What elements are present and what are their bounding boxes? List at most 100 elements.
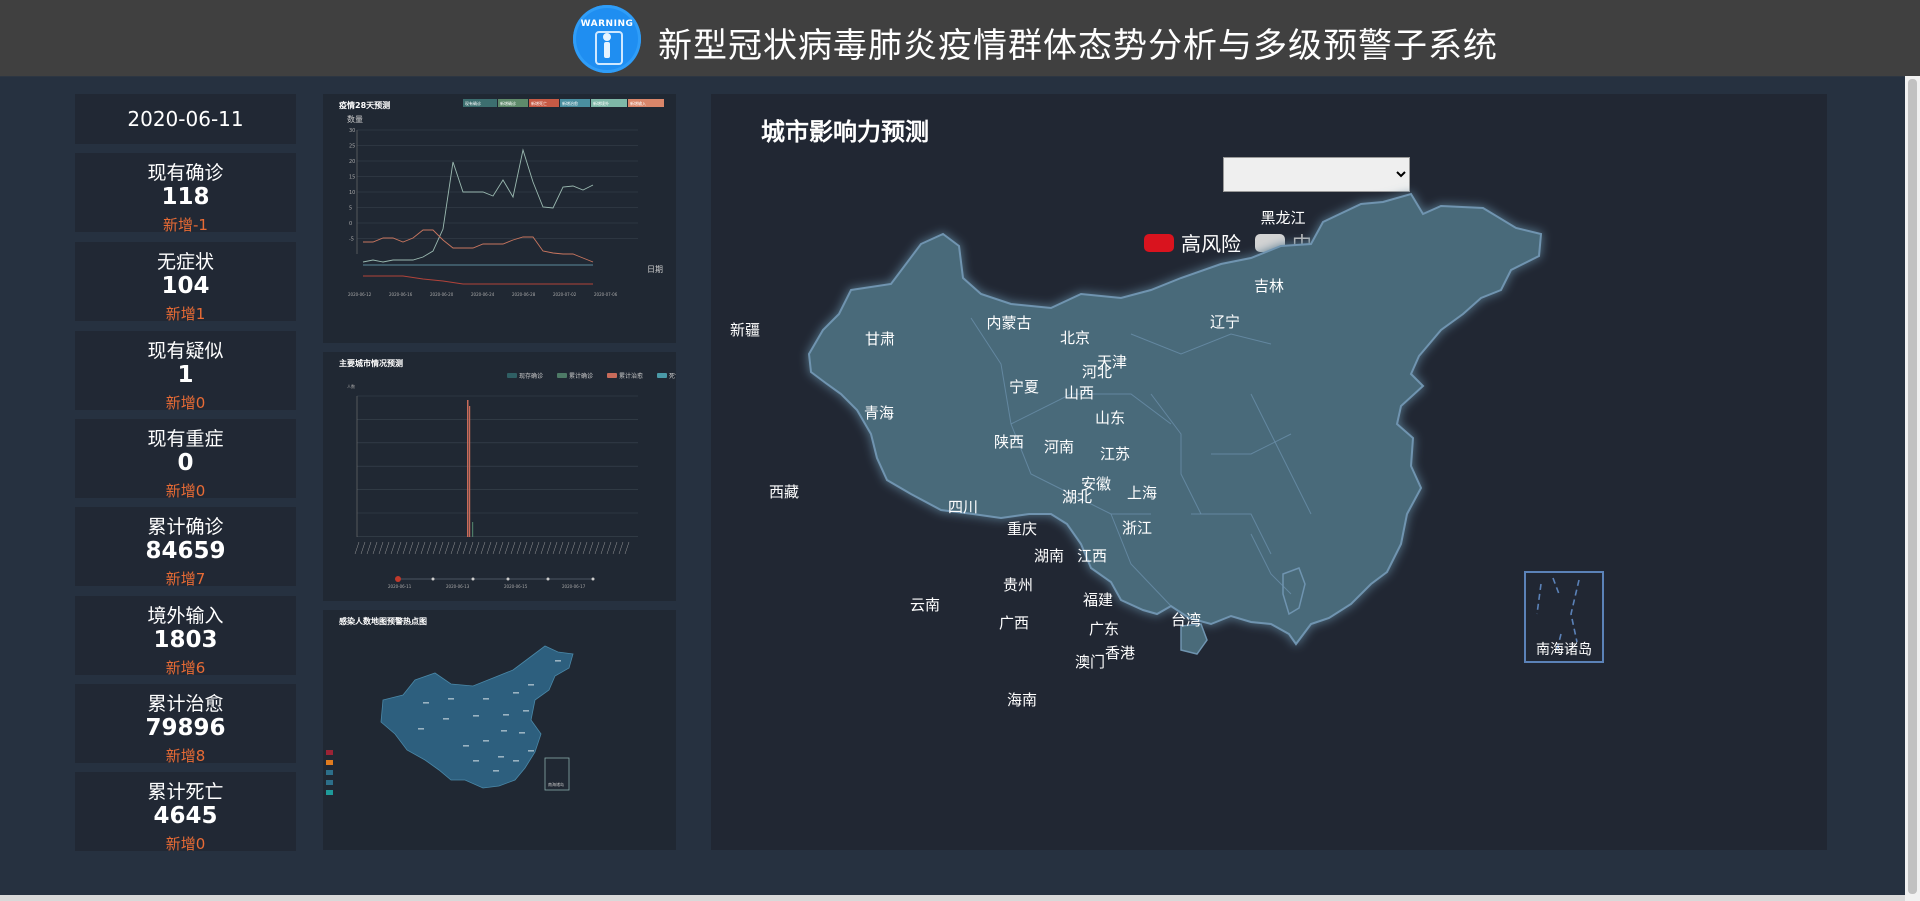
province-label[interactable]: 海南 (1007, 691, 1037, 709)
chart-legend-item[interactable]: 新增死亡 (529, 99, 559, 107)
province-label[interactable]: 黑龙江 (1260, 209, 1305, 227)
stat-label: 现有重症 (147, 428, 224, 450)
province-label[interactable]: 香港 (1105, 644, 1135, 662)
province-label[interactable]: 上海 (1127, 484, 1157, 502)
province-label[interactable]: 台湾 (1171, 611, 1201, 629)
bar[interactable] (469, 406, 471, 537)
province-label[interactable]: 澳门 (1075, 653, 1105, 671)
small-map-shape[interactable] (380, 645, 574, 789)
x-tick-mark (624, 541, 630, 555)
province-label[interactable]: 辽宁 (1210, 313, 1240, 331)
chart-legend-item[interactable]: 累计确诊 (557, 372, 593, 380)
china-risk-map[interactable]: 黑龙江吉林辽宁内蒙古北京天津河北山西山东新疆 甘肃宁夏青海陕西 河南 江苏安徽 上海湖北… (711, 94, 1827, 850)
province-label[interactable]: 福建 (1083, 591, 1113, 609)
province-label[interactable]: 吉林 (1254, 277, 1284, 295)
map-label-mark (448, 698, 454, 700)
province-label[interactable]: 四川 (948, 498, 978, 516)
chart-legend-item[interactable]: 死亡 (657, 372, 676, 380)
province-label[interactable]: 江苏 (1100, 445, 1130, 463)
province-label[interactable]: 山东 (1095, 409, 1125, 427)
chart-legend-item[interactable]: 新增确诊 (498, 99, 528, 107)
province-label[interactable]: 贵州 (1003, 576, 1033, 594)
series-line (362, 148, 594, 263)
infection-heat-map-panel: 感染人数地图预警热点图 南海诸岛 (323, 610, 676, 850)
province-label[interactable]: 宁夏 (1009, 378, 1039, 396)
chart-legend-item[interactable]: 累计治愈 (607, 372, 643, 380)
x-tick-mark (468, 541, 474, 555)
stat-increase: 新增0 (165, 482, 206, 500)
x-tick-mark (558, 541, 564, 555)
x-tick-mark (552, 541, 558, 555)
x-tick-label: 2020-06-20 (430, 292, 454, 297)
time-slider-point[interactable] (591, 577, 595, 581)
china-map-outline[interactable] (807, 192, 1543, 646)
stat-label: 累计确诊 (147, 516, 224, 538)
province-label[interactable]: 河南 (1044, 438, 1074, 456)
province-label[interactable]: 山西 (1064, 384, 1094, 402)
scrollbar-thumb[interactable] (1908, 79, 1917, 894)
province-label[interactable]: 湖南 (1034, 547, 1064, 565)
map-label-mark (519, 732, 525, 734)
heat-legend-swatch[interactable] (326, 780, 333, 785)
time-slider-point[interactable] (395, 576, 401, 582)
province-label[interactable]: 湖北 (1062, 488, 1092, 506)
province-label[interactable]: 北京 (1060, 329, 1090, 347)
vertical-scrollbar[interactable] (1905, 76, 1920, 901)
time-slider-point[interactable] (471, 577, 475, 581)
x-tick-label: 2020-07-06 (594, 292, 618, 297)
stat-value: 79896 (145, 715, 226, 741)
map-label-mark (443, 718, 449, 720)
province-label[interactable]: 江西 (1077, 547, 1107, 565)
stat-card: 累计治愈 79896 新增8 (75, 684, 296, 765)
x-tick-mark (606, 541, 612, 555)
province-label[interactable]: 青海 (864, 404, 894, 422)
province-label[interactable]: 广东 (1089, 620, 1119, 638)
heat-legend-swatch[interactable] (326, 790, 333, 795)
nanhai-label: 南海诸岛 (1536, 642, 1592, 658)
x-tick-mark (384, 541, 390, 555)
map-label-mark (555, 660, 561, 662)
small-china-map[interactable]: 南海诸岛 (323, 610, 676, 850)
province-label[interactable]: 重庆 (1007, 520, 1037, 538)
stat-value: 4645 (153, 803, 218, 829)
heat-legend-swatch[interactable] (326, 750, 333, 755)
chart-legend-item[interactable]: 现存确诊 (507, 372, 543, 380)
legend-label: 新增治愈 (562, 100, 578, 106)
time-slider-point[interactable] (506, 577, 510, 581)
x-tick-mark (522, 541, 528, 555)
province-label[interactable]: 河北 (1082, 363, 1112, 381)
bar[interactable] (472, 522, 474, 537)
chart-legend-item[interactable]: 现有确诊 (463, 99, 497, 107)
province-label[interactable]: 广西 (999, 614, 1029, 632)
province-label[interactable]: 浙江 (1122, 519, 1152, 537)
map-label-mark (513, 760, 519, 762)
bar[interactable] (467, 400, 469, 537)
heat-legend-swatch[interactable] (326, 770, 333, 775)
y-tick-label: 25 (349, 144, 355, 150)
chart-legend-item[interactable]: 新增境外 (591, 99, 627, 107)
chart-legend-item[interactable]: 新增治愈 (560, 99, 590, 107)
x-tick-mark (366, 541, 372, 555)
province-label[interactable]: 西藏 (769, 483, 799, 501)
x-tick-mark (498, 541, 504, 555)
heat-legend-swatch[interactable] (326, 760, 333, 765)
map-label-mark (501, 730, 507, 732)
map-label-mark (528, 684, 534, 686)
time-slider-point[interactable] (431, 577, 435, 581)
province-label[interactable]: 云南 (910, 596, 940, 614)
province-label[interactable]: 甘肃 (865, 330, 895, 348)
map-label-mark (473, 760, 479, 762)
warning-logo-icon: WARNING (573, 5, 641, 73)
stat-label: 现有疑似 (147, 340, 224, 362)
map-label-mark (483, 698, 489, 700)
stat-value: 0 (177, 450, 194, 476)
current-date: 2020-06-11 (127, 107, 244, 131)
province-label[interactable]: 内蒙古 (986, 314, 1031, 332)
logo-text: WARNING (580, 19, 634, 29)
chart-legend-item[interactable]: 新增输入 (628, 99, 664, 107)
province-label[interactable]: 陕西 (994, 433, 1024, 451)
time-slider-point[interactable] (546, 577, 550, 581)
stat-increase: 新增6 (165, 659, 206, 677)
horizontal-scrollbar[interactable] (0, 895, 1905, 901)
province-label[interactable]: 新疆 (730, 321, 760, 339)
